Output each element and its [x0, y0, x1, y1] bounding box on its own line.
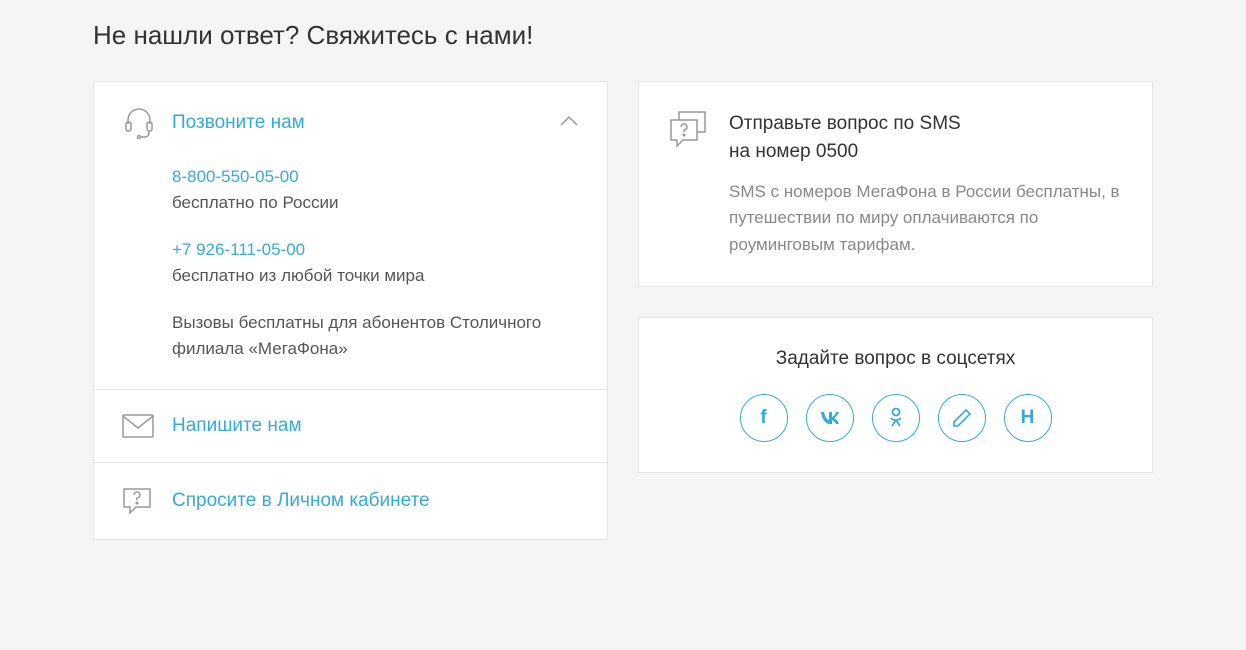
accordion-item-call: Позвоните нам 8-800-550-05-00 бесплатно … — [94, 82, 607, 390]
write-title: Напишите нам — [172, 415, 579, 437]
sms-desc: SMS с номеров МегаФона в России бесплатн… — [729, 179, 1124, 258]
phone-link-2[interactable]: +7 926-111-05-00 — [172, 240, 305, 259]
sms-icon — [667, 110, 729, 258]
phone-link-1[interactable]: 8-800-550-05-00 — [172, 167, 299, 186]
accordion-header-call[interactable]: Позвоните нам — [94, 82, 607, 164]
phone-note-2: бесплатно из любой точки мира — [172, 263, 579, 289]
sms-title: Отправьте вопрос по SMS на номер 0500 — [729, 110, 1124, 165]
habr-icon[interactable]: H — [1004, 394, 1052, 442]
vk-icon[interactable] — [806, 394, 854, 442]
envelope-icon — [122, 414, 172, 438]
sms-card: Отправьте вопрос по SMS на номер 0500 SM… — [638, 81, 1153, 287]
chevron-up-icon — [559, 114, 579, 132]
accordion-item-write: Напишите нам — [94, 390, 607, 463]
headset-icon — [122, 106, 172, 140]
chat-question-icon — [122, 487, 172, 515]
call-title: Позвоните нам — [172, 112, 559, 134]
page-heading: Не нашли ответ? Свяжитесь с нами! — [93, 20, 1153, 51]
call-body: 8-800-550-05-00 бесплатно по России +7 9… — [94, 164, 607, 389]
accordion-header-write[interactable]: Напишите нам — [94, 390, 607, 462]
social-row: f — [669, 394, 1122, 442]
phone-note-1: бесплатно по России — [172, 190, 579, 216]
cabinet-title: Спросите в Личном кабинете — [172, 490, 579, 512]
contact-accordion: Позвоните нам 8-800-550-05-00 бесплатно … — [93, 81, 608, 540]
social-card: Задайте вопрос в соцсетях f — [638, 317, 1153, 473]
accordion-header-cabinet[interactable]: Спросите в Личном кабинете — [94, 463, 607, 539]
odnoklassniki-icon[interactable] — [872, 394, 920, 442]
facebook-icon[interactable]: f — [740, 394, 788, 442]
social-title: Задайте вопрос в соцсетях — [669, 348, 1122, 370]
call-footnote: Вызовы бесплатны для абонентов Столичног… — [172, 310, 579, 361]
pencil-icon[interactable] — [938, 394, 986, 442]
accordion-item-cabinet: Спросите в Личном кабинете — [94, 463, 607, 539]
